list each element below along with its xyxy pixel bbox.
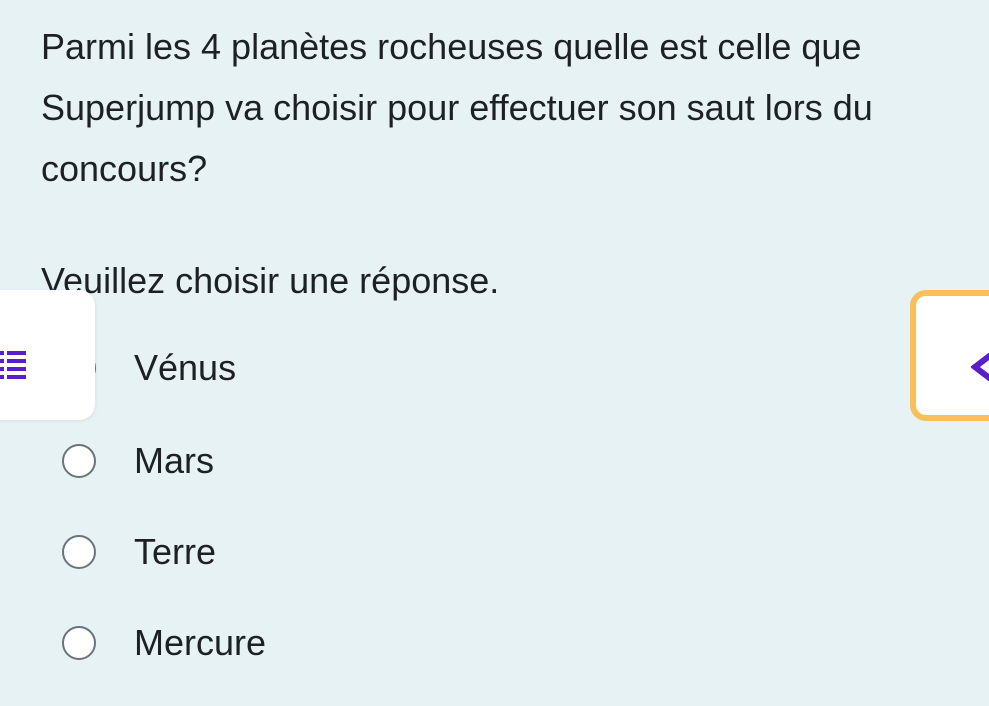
radio-button[interactable] — [62, 626, 96, 660]
option-terre[interactable]: Terre — [62, 527, 216, 577]
option-label[interactable]: Vénus — [134, 343, 236, 393]
quiz-navigation-toggle-button[interactable] — [910, 290, 989, 421]
course-index-toggle-button[interactable] — [0, 290, 95, 420]
list-icon — [0, 351, 26, 379]
answer-options: Vénus Mars Terre Mercure — [0, 0, 989, 706]
option-label[interactable]: Mercure — [134, 618, 266, 668]
option-mercure[interactable]: Mercure — [62, 618, 266, 668]
chevron-left-icon — [971, 352, 989, 382]
radio-button[interactable] — [62, 535, 96, 569]
radio-button[interactable] — [62, 444, 96, 478]
option-label[interactable]: Terre — [134, 527, 216, 577]
option-label[interactable]: Mars — [134, 436, 214, 486]
option-mars[interactable]: Mars — [62, 436, 214, 486]
